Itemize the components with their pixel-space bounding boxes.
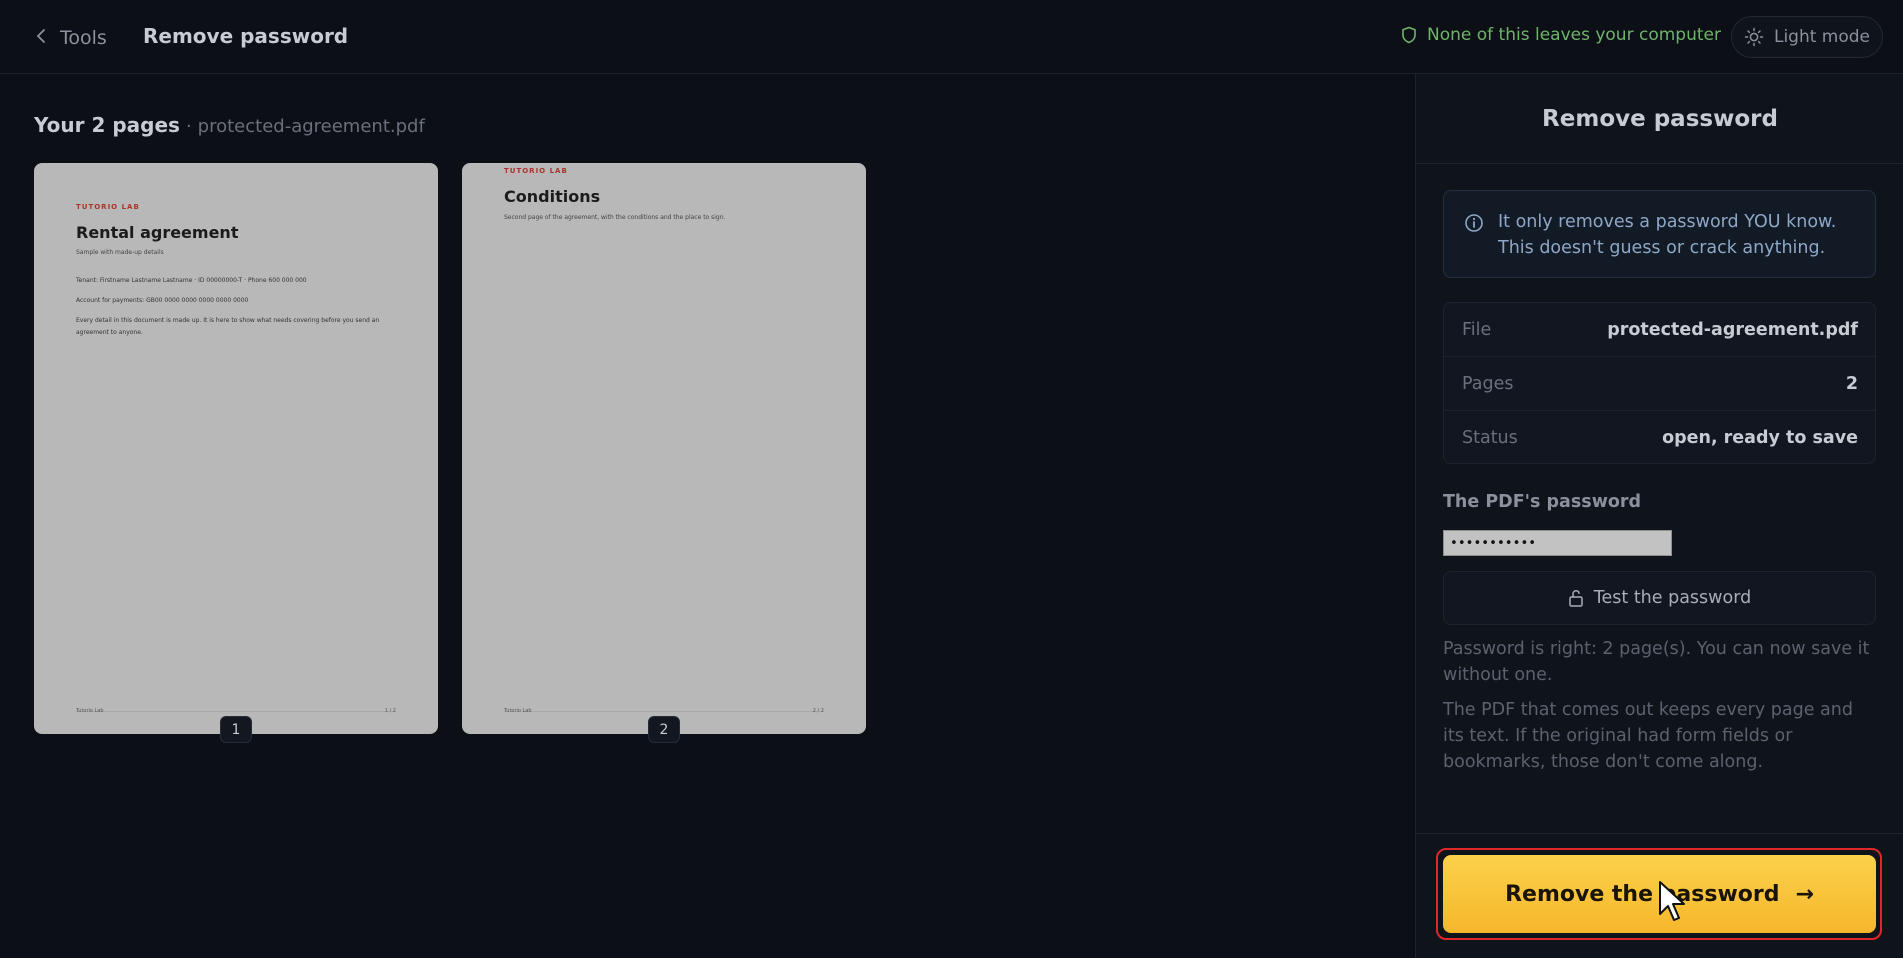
test-button-label: Test the password xyxy=(1593,588,1752,608)
password-label: The PDF's password xyxy=(1443,492,1642,512)
privacy-text: None of this leaves your computer xyxy=(1427,25,1721,45)
detail-value: open, ready to save xyxy=(1662,428,1858,448)
password-result-message: Password is right: 2 page(s). You can no… xyxy=(1443,639,1870,685)
page-brand: TUTORIO LAB xyxy=(504,167,568,175)
heading-separator: · xyxy=(185,116,192,137)
back-label: Tools xyxy=(60,27,107,49)
page-footer-rule xyxy=(504,711,824,712)
page-title: Remove password xyxy=(143,24,349,48)
page-footer-left: Tutorio Lab xyxy=(76,708,104,714)
detail-key: Status xyxy=(1462,428,1518,448)
page-text-line: Account for payments: GB00 0000 0000 000… xyxy=(76,297,249,304)
tool-panel: Remove password It only removes a passwo… xyxy=(1415,74,1903,958)
pages-heading: Your 2 pages · protected-agreement.pdf xyxy=(34,113,425,137)
info-icon xyxy=(1465,214,1483,232)
page-heading: Conditions xyxy=(504,187,601,206)
detail-key: Pages xyxy=(1462,373,1514,394)
page-count-label: Your 2 pages xyxy=(34,113,180,137)
unlock-icon xyxy=(1569,590,1583,607)
mouse-cursor-icon xyxy=(1659,881,1685,921)
page-thumbnail-2[interactable]: TUTORIO LAB Conditions Second page of th… xyxy=(462,163,866,734)
page-footer-rule xyxy=(76,711,396,712)
chevron-left-icon xyxy=(36,28,50,49)
theme-toggle-label: Light mode xyxy=(1773,27,1871,47)
sun-icon xyxy=(1744,27,1764,47)
detail-row-file: File protected-agreement.pdf xyxy=(1444,303,1875,357)
detail-key: File xyxy=(1462,319,1492,340)
detail-row-status: Status open, ready to save xyxy=(1444,411,1875,465)
info-callout: It only removes a password YOU know. Thi… xyxy=(1443,190,1876,278)
page-number-badge: 1 xyxy=(220,716,252,743)
file-details: File protected-agreement.pdf Pages 2 Sta… xyxy=(1443,302,1876,464)
page-footer-right: 2 / 2 xyxy=(812,708,824,714)
privacy-notice: None of this leaves your computer xyxy=(1401,25,1721,45)
page-number-badge: 2 xyxy=(648,716,680,743)
page-subtitle: Sample with made-up details xyxy=(76,249,164,256)
page-footer-right: 1 / 2 xyxy=(384,708,396,714)
detail-value: protected-agreement.pdf xyxy=(1607,319,1858,340)
page-thumbnail-1[interactable]: TUTORIO LAB Rental agreement Sample with… xyxy=(34,163,438,734)
test-password-button[interactable]: Test the password xyxy=(1443,571,1876,625)
top-bar: Tools Remove password None of this leave… xyxy=(0,0,1903,74)
arrow-right-icon: → xyxy=(1795,881,1814,907)
back-to-tools-link[interactable]: Tools xyxy=(36,24,107,52)
password-input[interactable] xyxy=(1443,530,1672,556)
page-footer-left: Tutorio Lab xyxy=(504,708,532,714)
light-mode-toggle[interactable]: Light mode xyxy=(1731,16,1883,58)
info-text: It only removes a password YOU know. Thi… xyxy=(1498,212,1837,258)
page-heading: Rental agreement xyxy=(76,223,239,242)
detail-row-pages: Pages 2 xyxy=(1444,357,1875,411)
page-text-line: Every detail in this document is made up… xyxy=(76,317,380,336)
page-subtitle: Second page of the agreement, with the c… xyxy=(504,214,726,221)
heading-filename: protected-agreement.pdf xyxy=(197,116,425,137)
page-text-line: Tenant: Firstname Lastname Lastname · ID… xyxy=(76,277,307,284)
panel-title: Remove password xyxy=(1416,74,1903,164)
shield-icon xyxy=(1402,26,1416,44)
page-brand: TUTORIO LAB xyxy=(76,203,140,211)
detail-value: 2 xyxy=(1845,373,1858,394)
remove-password-label: Remove the password xyxy=(1505,881,1780,907)
output-note: The PDF that comes out keeps every page … xyxy=(1443,700,1853,772)
